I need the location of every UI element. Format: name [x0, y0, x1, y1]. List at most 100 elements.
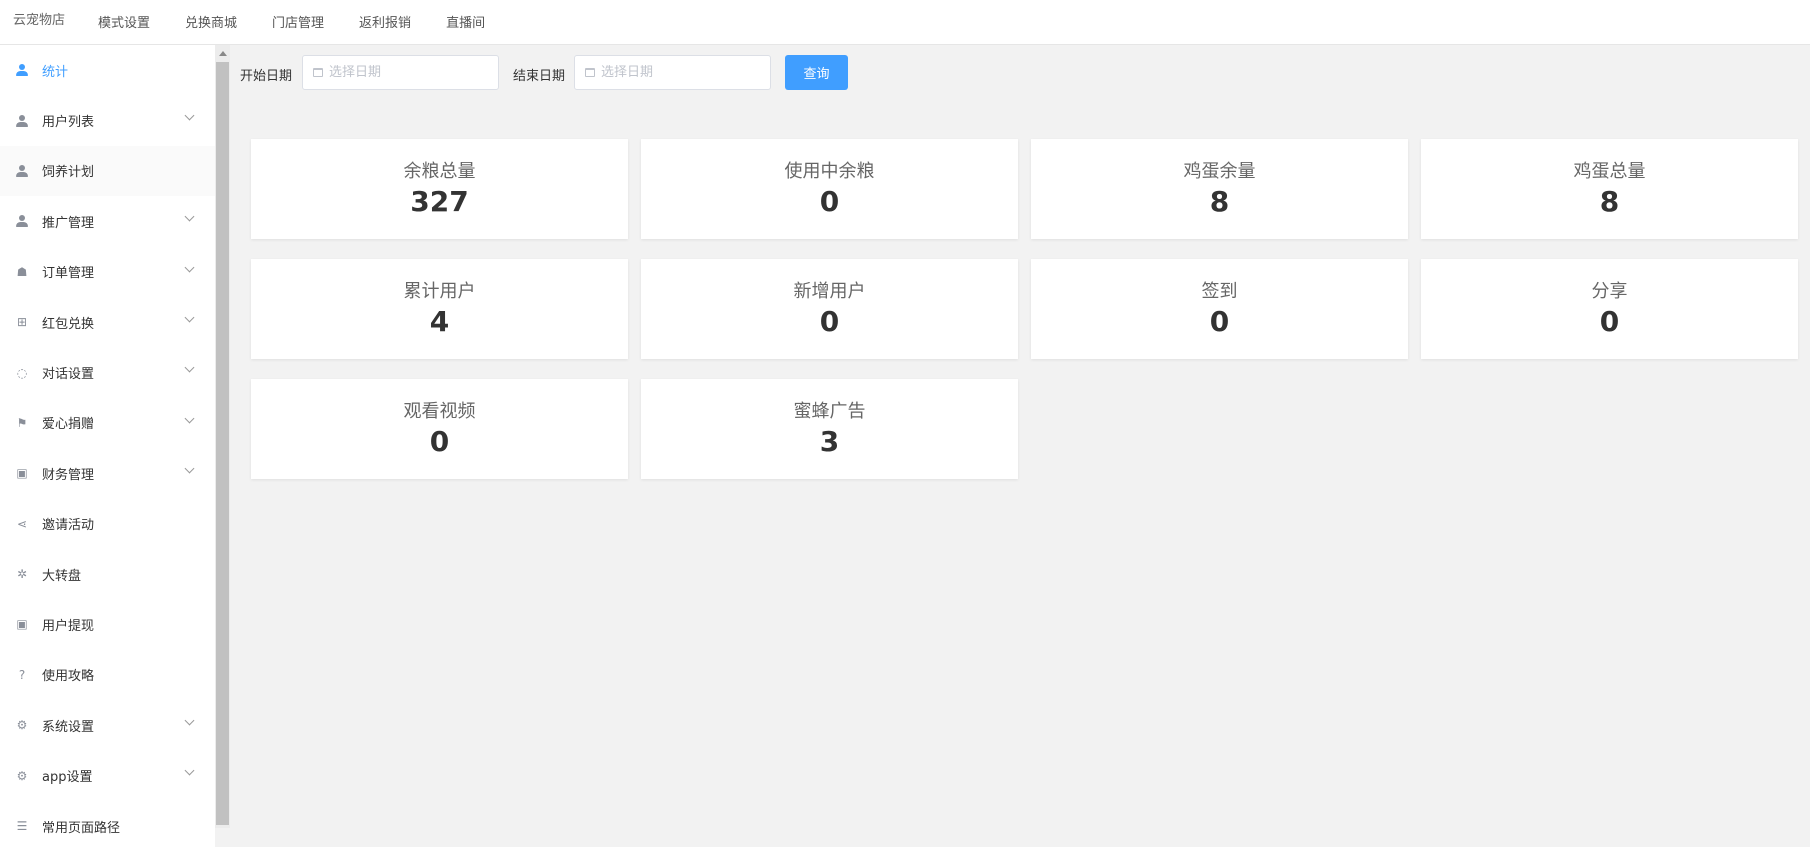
calendar-icon — [585, 68, 595, 77]
stat-label: 观看视频 — [403, 401, 476, 422]
sidebar-item[interactable]: ▣ 财务管理 — [0, 448, 215, 498]
sidebar-item-label: 系统设置 — [42, 719, 95, 735]
scrollbar-thumb[interactable] — [216, 62, 229, 825]
stat-value: 0 — [1209, 305, 1230, 338]
sidebar-item[interactable]: ◌ 对话设置 — [0, 347, 215, 397]
user-icon — [15, 63, 29, 77]
stat-value: 0 — [819, 185, 840, 218]
start-date-label: 开始日期 — [240, 69, 293, 84]
shopping-bag-icon: ☗ — [16, 264, 28, 279]
sidebar-item-label: 用户提现 — [42, 618, 95, 634]
stat-value: 8 — [1209, 185, 1230, 218]
sidebar-item-label: 使用攻略 — [42, 669, 95, 685]
sidebar-item[interactable]: ⚑ 爱心捐赠 — [0, 398, 215, 448]
sidebar-item-label: 饲养计划 — [42, 165, 95, 181]
sidebar-item[interactable]: ▣ 用户提现 — [0, 599, 215, 649]
sidebar-item[interactable]: ⊞ 红包兑换 — [0, 297, 215, 347]
user-icon — [15, 214, 29, 228]
end-date-input[interactable] — [601, 65, 761, 80]
sidebar-item-label: 订单管理 — [42, 266, 95, 282]
top-nav-item[interactable]: 兑换商城 — [185, 12, 237, 31]
sidebar-scrollbar[interactable] — [215, 45, 230, 828]
gear-icon: ⚙ — [16, 768, 28, 783]
sidebar-item-label: 邀请活动 — [42, 518, 95, 534]
wallet-icon: ▣ — [16, 617, 28, 632]
wheel-icon: ✲ — [16, 567, 28, 582]
top-bar: 云宠物店 模式设置 兑换商城 门店管理 返利报销 直播间 — [0, 0, 1810, 45]
stat-label: 使用中余粮 — [784, 161, 875, 182]
sidebar-item[interactable]: ? 使用攻略 — [0, 650, 215, 700]
stat-card: 观看视频 0 — [251, 379, 628, 479]
sidebar-item-label: 财务管理 — [42, 467, 95, 483]
stat-value: 327 — [410, 185, 469, 218]
stat-value: 0 — [1599, 305, 1620, 338]
top-nav-item[interactable]: 直播间 — [446, 12, 485, 31]
chevron-down-icon — [184, 766, 195, 776]
chat-icon: ◌ — [16, 365, 28, 380]
chevron-down-icon — [184, 312, 195, 323]
gear-icon: ⚙ — [16, 718, 28, 733]
top-nav-item[interactable]: 模式设置 — [98, 12, 150, 31]
end-date-picker[interactable] — [574, 55, 771, 90]
sidebar-item[interactable]: ⋖ 邀请活动 — [0, 499, 215, 549]
stat-label: 余粮总量 — [403, 161, 476, 182]
list-icon: ☰ — [16, 819, 28, 834]
sidebar-item-label: 统计 — [42, 64, 69, 80]
wallet-icon: ▣ — [16, 466, 28, 481]
stat-value: 8 — [1599, 185, 1620, 218]
stat-label: 分享 — [1591, 281, 1628, 302]
brand-title: 云宠物店 — [13, 13, 66, 28]
stat-card: 签到 0 — [1031, 259, 1408, 359]
sidebar-item-label: 用户列表 — [42, 115, 95, 131]
stat-label: 鸡蛋总量 — [1573, 161, 1646, 182]
stat-card: 鸡蛋总量 8 — [1421, 139, 1798, 239]
user-icon — [15, 164, 29, 178]
flag-icon: ⚑ — [16, 415, 28, 430]
share-icon: ⋖ — [16, 516, 28, 531]
top-nav: 模式设置 兑换商城 门店管理 返利报销 直播间 — [98, 12, 520, 31]
start-date-picker[interactable] — [302, 55, 499, 90]
sidebar-item[interactable]: 用户列表 — [0, 95, 215, 145]
sidebar-item-label: 大转盘 — [42, 568, 82, 584]
scroll-up-arrow-icon[interactable] — [219, 51, 227, 56]
sidebar-item[interactable]: ⚙ app设置 — [0, 750, 215, 800]
sidebar-item-label: 红包兑换 — [42, 316, 95, 332]
sidebar-item[interactable]: 推广管理 — [0, 196, 215, 246]
stat-label: 鸡蛋余量 — [1183, 161, 1256, 182]
top-nav-item[interactable]: 门店管理 — [272, 12, 324, 31]
stat-card: 鸡蛋余量 8 — [1031, 139, 1408, 239]
gift-icon: ⊞ — [16, 315, 28, 330]
calendar-icon — [313, 68, 323, 77]
sidebar-item-label: 爱心捐赠 — [42, 417, 95, 433]
chevron-down-icon — [184, 362, 195, 373]
stat-value: 4 — [429, 305, 450, 338]
sidebar-item[interactable]: 统计 — [0, 45, 215, 95]
user-icon — [15, 114, 29, 128]
sidebar-item[interactable]: ☰ 常用页面路径 — [0, 801, 215, 847]
query-button[interactable]: 查询 — [785, 55, 848, 90]
chevron-down-icon — [184, 262, 195, 273]
stat-label: 蜜蜂广告 — [793, 401, 866, 422]
chevron-down-icon — [184, 211, 195, 222]
chevron-down-icon — [184, 110, 195, 121]
stat-card: 使用中余粮 0 — [641, 139, 1018, 239]
sidebar-item[interactable]: ✲ 大转盘 — [0, 549, 215, 599]
sidebar-item-label: 推广管理 — [42, 215, 95, 231]
chevron-down-icon — [184, 463, 195, 474]
chevron-down-icon — [184, 413, 195, 424]
stat-card: 蜜蜂广告 3 — [641, 379, 1018, 479]
chevron-down-icon — [184, 715, 195, 726]
stat-value: 3 — [819, 425, 840, 458]
sidebar-item[interactable]: ⚙ 系统设置 — [0, 700, 215, 750]
sidebar-item[interactable]: 饲养计划 — [0, 145, 215, 197]
start-date-input[interactable] — [329, 65, 489, 80]
sidebar-menu: 统计用户列表饲养计划推广管理 ☗ 订单管理 ⊞ 红包兑换 ◌ 对话设置 ⚑ 爱心捐赠 ▣ 财务管理 ⋖… — [0, 45, 215, 847]
stat-card: 累计用户 4 — [251, 259, 628, 359]
sidebar-item[interactable]: ☗ 订单管理 — [0, 247, 215, 297]
stat-value: 0 — [819, 305, 840, 338]
stat-label: 累计用户 — [403, 281, 476, 302]
sidebar-item-label: 对话设置 — [42, 367, 95, 383]
stat-card: 余粮总量 327 — [251, 139, 628, 239]
top-nav-item[interactable]: 返利报销 — [359, 12, 411, 31]
end-date-label: 结束日期 — [513, 69, 566, 84]
